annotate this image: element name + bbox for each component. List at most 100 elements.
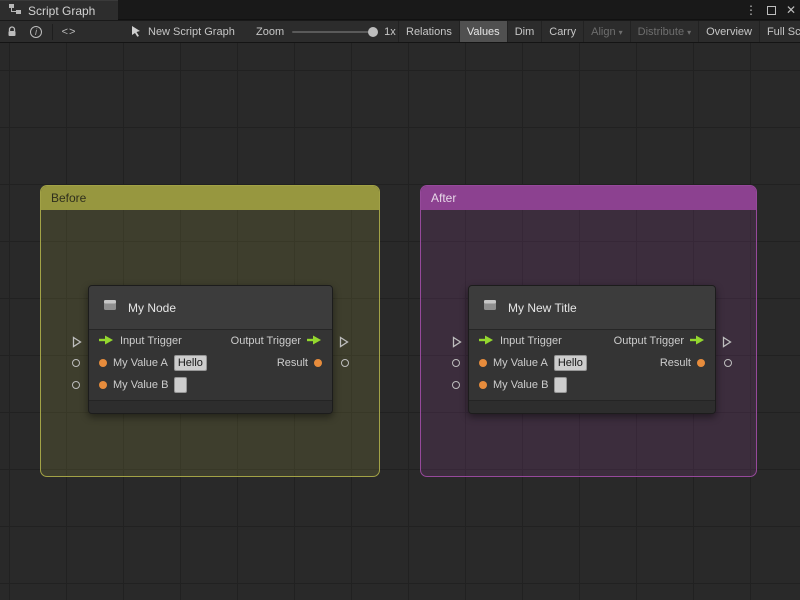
node-body: Input Trigger Output Trigger My Value A … — [469, 330, 715, 400]
value-port-icon — [99, 359, 107, 367]
value-port-icon — [479, 359, 487, 367]
node-footer — [469, 400, 715, 413]
value-a-input[interactable]: Hello — [553, 355, 587, 371]
flow-arrow-icon — [479, 332, 494, 350]
lock-icon[interactable] — [0, 21, 24, 42]
graph-canvas[interactable]: Before After My Node Input Trigger Outpu… — [0, 43, 800, 600]
node-my-node[interactable]: My Node Input Trigger Output Trigger My … — [72, 285, 349, 414]
dim-button[interactable]: Dim — [506, 21, 542, 42]
value-port-icon — [99, 381, 107, 389]
info-icon[interactable]: i — [24, 21, 48, 42]
unit-icon — [481, 296, 499, 319]
value-b-port[interactable] — [452, 381, 460, 389]
info-glyph: i — [30, 26, 42, 38]
value-b-label: My Value B — [113, 379, 169, 391]
node-header[interactable]: My New Title — [469, 286, 715, 330]
current-graph[interactable]: New Script Graph — [130, 21, 235, 42]
zoom-label: Zoom — [256, 26, 285, 38]
zoom-control: Zoom 1x — [256, 21, 396, 42]
group-after-header[interactable]: After — [421, 186, 756, 210]
button-label: Values — [466, 26, 500, 38]
value-a-label: My Value A — [113, 357, 168, 369]
tab-bar: Script Graph ⋮ ✕ — [0, 0, 800, 20]
button-label: Dim — [514, 26, 535, 38]
result-label: Result — [659, 357, 691, 369]
output-trigger-label: Output Trigger — [230, 335, 301, 347]
node-my-new-title[interactable]: My New Title Input Trigger Output Trigge… — [452, 285, 732, 414]
group-title: After — [431, 191, 457, 205]
zoom-value: 1x — [384, 26, 396, 38]
value-port-icon — [697, 359, 705, 367]
button-label: Align — [591, 26, 616, 38]
input-trigger-port[interactable] — [72, 335, 82, 353]
unity-graph-window: Script Graph ⋮ ✕ i <> New Script Graph Z… — [0, 0, 800, 600]
value-a-port[interactable] — [72, 359, 80, 367]
script-graph-icon — [130, 25, 142, 40]
button-label: Overview — [706, 26, 752, 38]
chevron-down-icon: ▾ — [618, 27, 623, 37]
tab-script-graph[interactable]: Script Graph — [0, 0, 118, 20]
node-title: My Node — [128, 300, 177, 315]
toolbar-buttons: Relations Values Dim Carry Align ▾ Distri… — [398, 21, 800, 42]
value-port-icon — [314, 359, 322, 367]
value-a-label: My Value A — [493, 357, 548, 369]
zoom-slider[interactable] — [292, 27, 379, 37]
values-button[interactable]: Values — [458, 21, 507, 42]
tab-title: Script Graph — [28, 3, 96, 18]
group-title: Before — [51, 191, 87, 205]
relations-button[interactable]: Relations — [398, 21, 459, 42]
node-title: My New Title — [508, 300, 577, 315]
input-trigger-port[interactable] — [452, 335, 462, 353]
output-trigger-label: Output Trigger — [613, 335, 684, 347]
trigger-row: Input Trigger Output Trigger — [89, 330, 332, 352]
node-body: Input Trigger Output Trigger My Value A … — [89, 330, 332, 400]
flow-arrow-icon — [690, 332, 705, 350]
trigger-row: Input Trigger Output Trigger — [469, 330, 715, 352]
output-trigger-port[interactable] — [722, 335, 732, 353]
value-a-input[interactable]: Hello — [173, 355, 207, 371]
group-before-header[interactable]: Before — [41, 186, 379, 210]
value-b-input[interactable] — [174, 377, 188, 393]
node-footer — [89, 400, 332, 413]
node-header[interactable]: My Node — [89, 286, 332, 330]
value-a-row: My Value A Hello Result — [469, 352, 715, 374]
unit-icon — [101, 296, 119, 319]
result-port[interactable] — [341, 359, 349, 367]
output-trigger-port[interactable] — [339, 335, 349, 353]
value-a-row: My Value A Hello Result — [89, 352, 332, 374]
button-label: Carry — [549, 26, 577, 38]
result-label: Result — [276, 357, 308, 369]
value-b-row: My Value B — [89, 374, 332, 396]
value-port-icon — [479, 381, 487, 389]
close-icon[interactable]: ✕ — [786, 3, 796, 17]
flow-arrow-icon — [307, 332, 322, 350]
kebab-menu-icon[interactable]: ⋮ — [745, 3, 757, 17]
align-button[interactable]: Align ▾ — [583, 21, 629, 42]
fullscreen-button[interactable]: Full Scr — [758, 21, 800, 42]
code-glyph: <> — [61, 26, 77, 38]
input-trigger-label: Input Trigger — [500, 335, 562, 347]
value-b-port[interactable] — [72, 381, 80, 389]
distribute-button[interactable]: Distribute ▾ — [629, 21, 698, 42]
value-a-port[interactable] — [452, 359, 460, 367]
window-controls: ⋮ ✕ — [745, 0, 796, 20]
result-port[interactable] — [724, 359, 732, 367]
graph-name-label: New Script Graph — [148, 26, 235, 38]
value-b-input[interactable] — [554, 377, 568, 393]
code-icon[interactable]: <> — [57, 21, 81, 42]
graph-toolbar: i <> New Script Graph Zoom 1x Relations … — [0, 21, 800, 43]
input-trigger-label: Input Trigger — [120, 335, 182, 347]
value-b-label: My Value B — [493, 379, 549, 391]
graph-tab-icon — [8, 3, 22, 18]
maximize-icon[interactable] — [766, 5, 776, 15]
carry-button[interactable]: Carry — [541, 21, 583, 42]
button-label: Relations — [406, 26, 452, 38]
chevron-down-icon: ▾ — [687, 27, 692, 37]
button-label: Distribute — [637, 26, 685, 38]
value-b-row: My Value B — [469, 374, 715, 396]
zoom-slider-thumb[interactable] — [368, 27, 379, 37]
overview-button[interactable]: Overview — [698, 21, 759, 42]
button-label: Full Scr — [766, 26, 800, 38]
toolbar-left-icons: i <> — [0, 21, 81, 42]
flow-arrow-icon — [99, 332, 114, 350]
